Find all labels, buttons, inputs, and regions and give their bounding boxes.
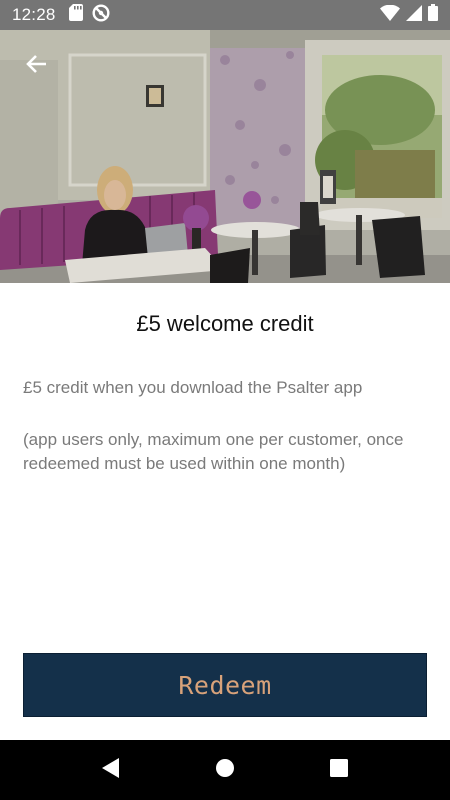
hero-image [0, 30, 450, 283]
no-disturb-icon [92, 3, 110, 27]
nav-recents-button[interactable] [327, 758, 351, 782]
status-right-icons [380, 4, 438, 26]
offer-description: £5 credit when you download the Psalter … [23, 378, 363, 397]
battery-icon [428, 4, 438, 26]
nav-home-icon [215, 758, 235, 783]
offer-terms: (app users only, maximum one per custome… [23, 430, 404, 473]
navigation-bar [0, 740, 450, 800]
back-button[interactable] [18, 48, 54, 84]
offer-title: £5 welcome credit [136, 311, 314, 336]
redeem-button[interactable]: Redeem [23, 653, 427, 717]
cafe-interior-photo [0, 30, 450, 283]
sd-card-icon [69, 4, 83, 26]
nav-home-button[interactable] [213, 758, 237, 782]
cell-signal-icon [406, 4, 422, 26]
status-bar: 12:28 [0, 0, 450, 30]
nav-back-icon [101, 757, 121, 784]
status-time: 12:28 [12, 5, 56, 24]
status-left-icons [69, 3, 110, 27]
nav-recents-icon [330, 758, 348, 782]
nav-back-button[interactable] [99, 757, 123, 784]
wifi-icon [380, 4, 400, 26]
arrow-back-icon [25, 53, 47, 80]
